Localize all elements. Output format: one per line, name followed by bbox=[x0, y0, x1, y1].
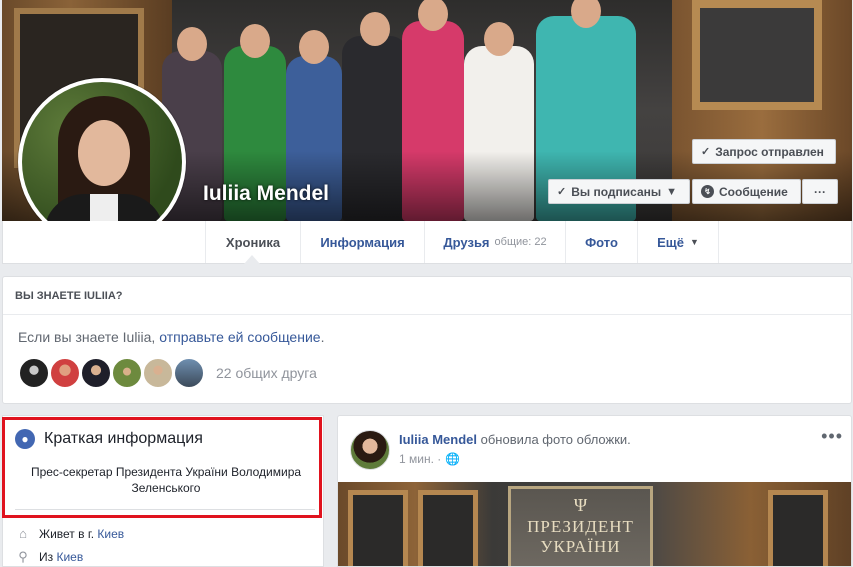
profile-name[interactable]: Iuliia Mendel bbox=[203, 182, 329, 206]
from-city-link[interactable]: Киев bbox=[56, 550, 83, 564]
mutual-friend-avatar[interactable] bbox=[173, 357, 205, 389]
plaque-line-1: ПРЕЗИДЕНТ bbox=[527, 517, 634, 536]
tab-friends[interactable]: Друзья общие: 22 bbox=[424, 221, 565, 263]
mutual-friend-avatar[interactable] bbox=[111, 357, 143, 389]
tab-more-label: Ещё bbox=[657, 234, 684, 250]
active-tab-indicator bbox=[244, 255, 260, 264]
from-row: ⚲ Из Киев bbox=[15, 549, 83, 565]
intro-title: ● Краткая информация bbox=[15, 429, 203, 449]
tab-about[interactable]: Информация bbox=[300, 221, 424, 263]
post-author-link[interactable]: Iuliia Mendel bbox=[399, 432, 477, 447]
president-plaque: Ψ ПРЕЗИДЕНТ УКРАЇНИ bbox=[508, 486, 653, 566]
more-options-button[interactable]: ··· bbox=[802, 179, 838, 204]
add-friend-icon: ✓ bbox=[701, 146, 711, 158]
post-timestamp[interactable]: 1 мин. · bbox=[399, 452, 441, 466]
location-pin-icon: ⚲ bbox=[18, 549, 28, 564]
do-you-know-card: ВЫ ЗНАЕТЕ IULIIA? Если вы знаете Iuliia,… bbox=[2, 276, 852, 404]
profile-nav: Хроника Информация Друзья общие: 22 Фото… bbox=[2, 221, 852, 264]
mutual-friend-avatar[interactable] bbox=[18, 357, 50, 389]
more-dots-icon: ··· bbox=[814, 184, 826, 199]
post-author-avatar[interactable] bbox=[350, 430, 390, 470]
mutual-friend-avatar[interactable] bbox=[80, 357, 112, 389]
friend-request-sent-button[interactable]: ✓ Запрос отправлен bbox=[692, 139, 836, 164]
do-you-know-heading: ВЫ ЗНАЕТЕ IULIIA? bbox=[3, 277, 851, 315]
mutual-friends-count[interactable]: 22 общих друга bbox=[216, 365, 317, 381]
photo-window bbox=[768, 490, 828, 566]
message-button[interactable]: ↯ Сообщение bbox=[692, 179, 801, 204]
public-globe-icon[interactable]: 🌐 bbox=[445, 452, 460, 466]
checkmark-icon: ✓ bbox=[557, 186, 567, 198]
tab-photos[interactable]: Фото bbox=[565, 221, 637, 263]
globe-icon: ● bbox=[15, 429, 35, 449]
caret-down-icon: ▼ bbox=[689, 237, 699, 247]
message-label: Сообщение bbox=[719, 184, 788, 199]
post-meta: 1 мин. · 🌐 bbox=[399, 452, 460, 466]
tab-about-label: Информация bbox=[320, 234, 405, 250]
profile-picture-image bbox=[22, 82, 182, 242]
tab-more[interactable]: Ещё ▼ bbox=[637, 221, 719, 263]
photo-window bbox=[418, 490, 478, 566]
do-you-know-prefix: Если вы знаете Iuliia, bbox=[18, 329, 160, 345]
friend-request-label: Запрос отправлен bbox=[715, 144, 824, 159]
tab-timeline-label: Хроника bbox=[225, 234, 281, 250]
home-icon: ⌂ bbox=[19, 526, 27, 541]
tab-friends-count: общие: 22 bbox=[494, 236, 547, 248]
caret-down-icon: ▼ bbox=[666, 185, 678, 198]
lives-in-row: ⌂ Живет в г. Киев bbox=[15, 526, 124, 541]
from-label: Из bbox=[39, 550, 57, 564]
post-action-text: обновила фото обложки. bbox=[477, 432, 631, 447]
mutual-friend-avatar[interactable] bbox=[142, 357, 174, 389]
send-message-link[interactable]: отправьте ей сообщение bbox=[159, 329, 320, 345]
timeline-post: Iuliia Mendel обновила фото обложки. 1 м… bbox=[337, 415, 852, 567]
tab-friends-label: Друзья bbox=[443, 234, 490, 250]
intro-bio: Прес-секретар Президента України Володим… bbox=[30, 465, 302, 495]
plaque-line-2: УКРАЇНИ bbox=[540, 537, 621, 556]
post-options-icon[interactable]: ••• bbox=[821, 426, 843, 447]
mutual-friend-avatar[interactable] bbox=[49, 357, 81, 389]
trident-icon: Ψ bbox=[573, 495, 588, 515]
intro-divider bbox=[15, 509, 315, 510]
following-button[interactable]: ✓ Вы подписаны ▼ bbox=[548, 179, 690, 204]
post-header: Iuliia Mendel обновила фото обложки. bbox=[399, 432, 631, 447]
following-label: Вы подписаны bbox=[571, 184, 662, 199]
post-photo[interactable]: Ψ ПРЕЗИДЕНТ УКРАЇНИ bbox=[338, 482, 851, 566]
tab-photos-label: Фото bbox=[585, 234, 618, 250]
photo-window bbox=[348, 490, 408, 566]
mutual-friends-row: 22 общих друга bbox=[18, 357, 317, 389]
lives-in-city-link[interactable]: Киев bbox=[97, 527, 124, 541]
intro-title-text: Краткая информация bbox=[44, 430, 203, 447]
lives-in-label: Живет в г. bbox=[39, 526, 98, 541]
do-you-know-text: Если вы знаете Iuliia, отправьте ей сооб… bbox=[18, 329, 324, 345]
messenger-icon: ↯ bbox=[701, 185, 714, 198]
do-you-know-suffix: . bbox=[320, 329, 325, 345]
